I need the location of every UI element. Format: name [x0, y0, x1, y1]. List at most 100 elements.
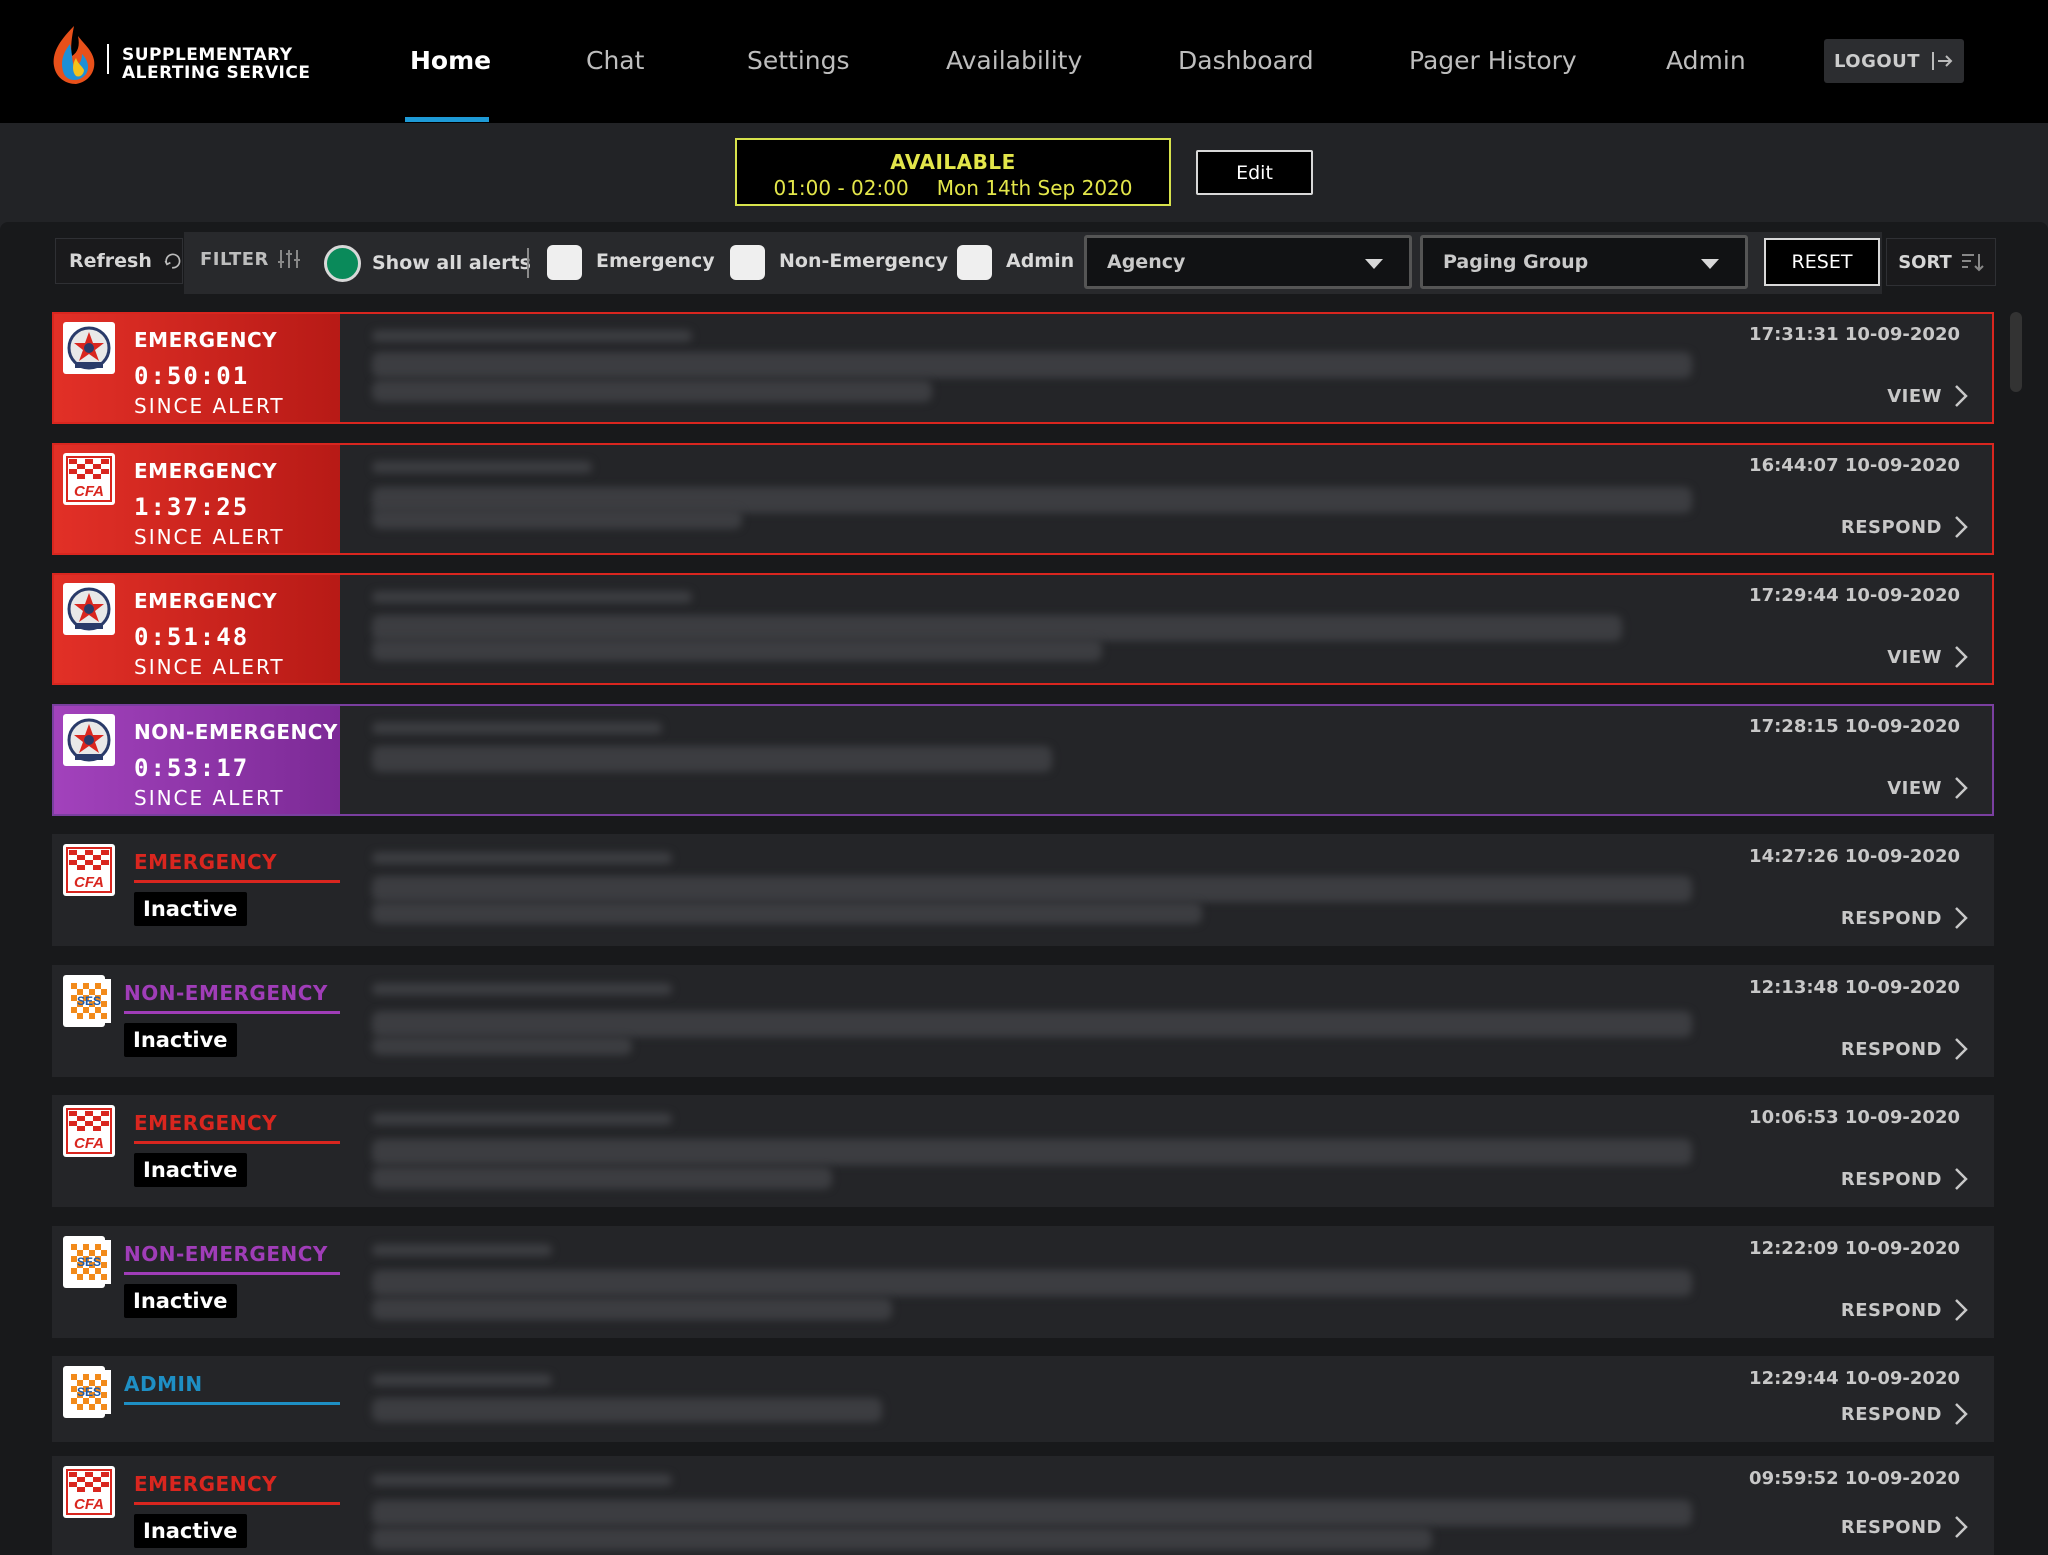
brand-line-2: ALERTING SERVICE — [122, 63, 311, 83]
alert-message-redacted — [372, 1466, 1752, 1550]
alert-timestamp: 17:31:31 10-09-2020 — [1749, 324, 1960, 345]
alert-card-summary: CFA EMERGENCY Inactive — [54, 1097, 340, 1205]
alert-action-button[interactable]: RESPOND — [1841, 1167, 1968, 1191]
alert-action-button[interactable]: RESPOND — [1841, 1515, 1968, 1539]
alert-card[interactable]: EMERGENCY 0:50:01 SINCE ALERT 17:31:31 10-0… — [52, 312, 1994, 424]
chevron-right-icon — [1955, 1038, 1968, 1060]
alert-card[interactable]: CFA EMERGENCY Inactive 14:27:26 10-09-2020 R… — [52, 834, 1994, 946]
alert-action-button[interactable]: RESPOND — [1841, 1402, 1968, 1426]
alert-action-button[interactable]: RESPOND — [1841, 1298, 1968, 1322]
logo-divider — [107, 44, 109, 74]
alert-card[interactable]: CFA EMERGENCY Inactive 10:06:53 10-09-2020 R… — [52, 1095, 1994, 1207]
redacted-text-line — [372, 1270, 1692, 1296]
sas-flame-logo-icon — [53, 26, 95, 84]
alert-action-label: RESPOND — [1840, 1299, 1942, 1321]
nav-home[interactable]: Home — [410, 46, 491, 75]
filter-divider — [527, 248, 529, 278]
alert-action-button[interactable]: VIEW — [1887, 384, 1968, 408]
alert-action-button[interactable]: VIEW — [1887, 645, 1968, 669]
alert-message-redacted — [372, 1236, 1752, 1328]
ses-agency-logo-icon: SES — [63, 1366, 111, 1418]
alert-action-button[interactable]: RESPOND — [1841, 515, 1968, 539]
alert-elapsed-timer: 0:50:01 — [134, 362, 250, 390]
redacted-text-line — [372, 1374, 552, 1386]
alert-type: EMERGENCY — [134, 1472, 278, 1496]
svg-text:SES: SES — [77, 1255, 101, 1269]
agency-select[interactable]: Agency — [1084, 235, 1412, 289]
alert-card-summary: EMERGENCY 0:50:01 SINCE ALERT — [54, 314, 340, 422]
svg-text:CFA: CFA — [74, 483, 104, 500]
alert-elapsed-timer: 0:53:17 — [134, 754, 250, 782]
nav-dashboard[interactable]: Dashboard — [1178, 46, 1314, 75]
admin-checkbox[interactable] — [957, 245, 992, 280]
refresh-button[interactable]: Refresh — [55, 238, 183, 284]
alert-type: EMERGENCY — [134, 589, 278, 613]
redacted-text-line — [372, 1298, 892, 1320]
scrollbar-thumb[interactable] — [2010, 312, 2022, 392]
alert-action-button[interactable]: RESPOND — [1841, 906, 1968, 930]
non-emergency-checkbox[interactable] — [730, 245, 765, 280]
sort-icon — [1961, 254, 1984, 272]
sort-button[interactable]: SORT — [1886, 238, 1996, 286]
alert-action-label: RESPOND — [1840, 1168, 1942, 1190]
status-badge: Inactive — [134, 1514, 247, 1548]
alert-card[interactable]: SES NON-EMERGENCY Inactive 12:13:48 10-09-2… — [52, 965, 1994, 1077]
svg-text:CFA: CFA — [74, 1496, 104, 1513]
alert-card-summary: EMERGENCY 0:51:48 SINCE ALERT — [54, 575, 340, 683]
redacted-text-line — [372, 1244, 552, 1256]
paging-group-select[interactable]: Paging Group — [1420, 235, 1748, 289]
alert-type: EMERGENCY — [134, 459, 278, 483]
alert-action-button[interactable]: RESPOND — [1841, 1037, 1968, 1061]
alert-type: NON-EMERGENCY — [124, 1242, 328, 1266]
chevron-down-icon — [1701, 259, 1719, 269]
availability-status: AVAILABLE — [890, 150, 1016, 174]
redacted-text-line — [372, 1037, 632, 1055]
alert-card[interactable]: CFA EMERGENCY Inactive 09:59:52 10-09-2020 R… — [52, 1456, 1994, 1555]
alert-timestamp: 10:06:53 10-09-2020 — [1749, 1107, 1960, 1128]
redacted-text-line — [372, 746, 1052, 772]
emergency-checkbox[interactable] — [547, 245, 582, 280]
alert-elapsed-timer: 0:51:48 — [134, 623, 250, 651]
chevron-right-icon — [1955, 1516, 1968, 1538]
alert-card-summary: CFA EMERGENCY 1:37:25 SINCE ALERT — [54, 445, 340, 553]
alert-card-summary: SES NON-EMERGENCY Inactive — [54, 967, 340, 1075]
alert-action-button[interactable]: VIEW — [1887, 776, 1968, 800]
alert-card[interactable]: EMERGENCY 0:51:48 SINCE ALERT 17:29:44 10-0… — [52, 573, 1994, 685]
alert-action-label: VIEW — [1887, 646, 1942, 668]
alert-message-redacted — [372, 322, 1752, 414]
redacted-text-line — [372, 1139, 1692, 1165]
edit-availability-button[interactable]: Edit — [1196, 150, 1313, 195]
alert-type-underline — [134, 1141, 340, 1144]
show-all-alerts-radio[interactable] — [324, 245, 361, 282]
filter-toggle[interactable]: FILTER — [200, 248, 301, 270]
availability-date: Mon 14th Sep 2020 — [936, 176, 1133, 200]
alert-message-redacted — [372, 1366, 1752, 1432]
alert-type-underline — [134, 880, 340, 883]
nav-chat[interactable]: Chat — [586, 46, 644, 75]
alert-card[interactable]: CFA EMERGENCY 1:37:25 SINCE ALERT 16:44:07 1… — [52, 443, 1994, 555]
chevron-right-icon — [1955, 777, 1968, 799]
nav-admin[interactable]: Admin — [1666, 46, 1746, 75]
alert-card[interactable]: SES ADMIN 12:29:44 10-09-2020 RESPOND — [52, 1356, 1994, 1442]
cfa-agency-logo-icon: CFA — [63, 453, 115, 505]
police-agency-logo-icon — [63, 322, 115, 374]
nav-availability[interactable]: Availability — [946, 46, 1082, 75]
alert-timestamp: 12:29:44 10-09-2020 — [1749, 1368, 1960, 1389]
chevron-down-icon — [1365, 259, 1383, 269]
reset-filters-button[interactable]: RESET — [1764, 238, 1880, 286]
alert-type: NON-EMERGENCY — [124, 981, 328, 1005]
alert-card[interactable]: SES NON-EMERGENCY Inactive 12:22:09 10-09-2… — [52, 1226, 1994, 1338]
since-alert-label: SINCE ALERT — [134, 786, 285, 810]
alert-message-redacted — [372, 453, 1752, 545]
alert-card[interactable]: NON-EMERGENCY 0:53:17 SINCE ALERT 17:28:15 … — [52, 704, 1994, 816]
alert-type: NON-EMERGENCY — [134, 720, 338, 744]
status-badge: Inactive — [134, 1153, 247, 1187]
brand-line-1: SUPPLEMENTARY — [122, 45, 293, 65]
nav-pager-history[interactable]: Pager History — [1409, 46, 1577, 75]
logout-button[interactable]: LOGOUT — [1824, 39, 1964, 83]
redacted-text-line — [372, 983, 672, 995]
filter-sliders-icon — [277, 250, 300, 268]
availability-status-box: AVAILABLE 01:00 - 02:00 Mon 14th Sep 202… — [735, 138, 1171, 206]
nav-settings[interactable]: Settings — [747, 46, 850, 75]
redacted-text-line — [372, 876, 1692, 902]
